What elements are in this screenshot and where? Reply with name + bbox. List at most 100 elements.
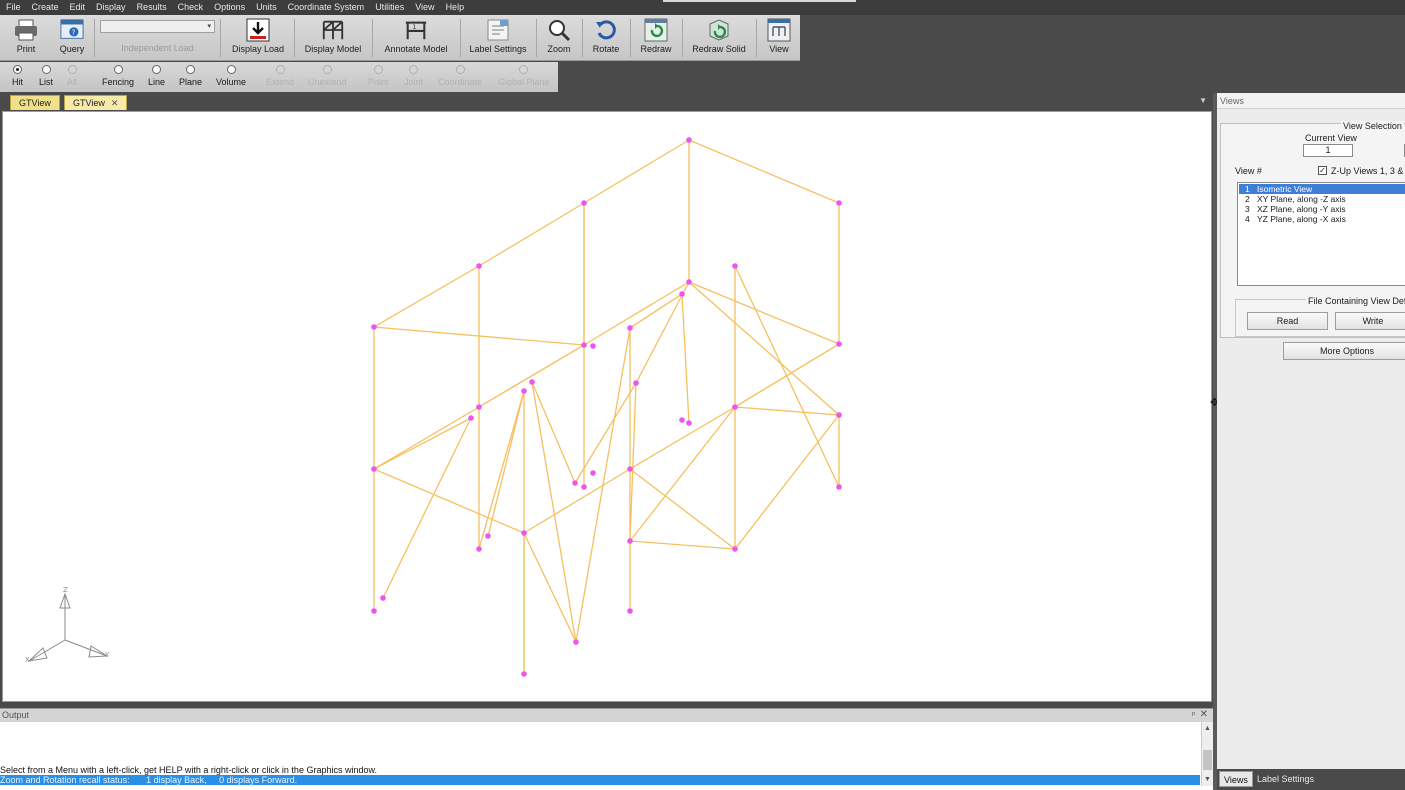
frame-joint[interactable]	[581, 484, 587, 490]
frame-joint[interactable]	[476, 546, 482, 552]
frame-joint[interactable]	[371, 466, 377, 472]
frame-joint[interactable]	[380, 595, 386, 601]
frame-member[interactable]	[583, 281, 690, 346]
tab-views[interactable]: Views	[1219, 771, 1253, 787]
frame-joint[interactable]	[371, 608, 377, 614]
menu-create[interactable]: Create	[26, 0, 64, 15]
radio-unextend[interactable]: Unextend	[308, 65, 347, 88]
frame-member[interactable]	[688, 139, 840, 204]
radio-plane[interactable]: Plane	[179, 65, 202, 88]
frame-member[interactable]	[373, 468, 525, 534]
frame-member[interactable]	[531, 381, 577, 643]
frame-joint[interactable]	[686, 137, 692, 143]
menu-check[interactable]: Check	[172, 0, 209, 15]
frame-joint[interactable]	[679, 291, 685, 297]
frame-joint[interactable]	[627, 325, 633, 331]
frame-joint[interactable]	[485, 533, 491, 539]
menu-file[interactable]: File	[0, 0, 26, 15]
frame-joint[interactable]	[732, 546, 738, 552]
read-button[interactable]: Read	[1247, 312, 1328, 330]
frame-member[interactable]	[382, 417, 472, 599]
frame-joint[interactable]	[476, 263, 482, 269]
frame-member[interactable]	[734, 265, 840, 488]
frame-member[interactable]	[531, 381, 576, 484]
frame-member[interactable]	[373, 265, 480, 328]
frame-joint[interactable]	[627, 608, 633, 614]
frame-joint[interactable]	[476, 404, 482, 410]
radio-extend[interactable]: Extend	[266, 65, 294, 88]
frame-member[interactable]	[681, 293, 690, 424]
menu-results[interactable]: Results	[131, 0, 172, 15]
frame-joint[interactable]	[627, 538, 633, 544]
frame-member[interactable]	[734, 406, 840, 416]
frame-joint[interactable]	[572, 480, 578, 486]
frame-joint[interactable]	[581, 200, 587, 206]
menu-options[interactable]: Options	[208, 0, 250, 15]
frame-member[interactable]	[734, 414, 840, 550]
radio-volume[interactable]: Volume	[216, 65, 246, 88]
annotate-model-button[interactable]: 1 Annotate Model	[378, 17, 454, 61]
frame-joint[interactable]	[679, 417, 685, 423]
frame-member[interactable]	[478, 344, 585, 408]
write-button[interactable]: Write	[1335, 312, 1405, 330]
radio-global-plane[interactable]: Global Plane	[498, 65, 550, 88]
frame-joint[interactable]	[732, 263, 738, 269]
frame-member[interactable]	[629, 540, 736, 550]
frame-joint[interactable]	[686, 279, 692, 285]
radio-hit[interactable]: Hit	[12, 65, 23, 88]
views-list[interactable]: 1 Isometric View 2 XY Plane, along -Z axis…	[1237, 182, 1405, 286]
structure-model-view[interactable]: Z X Y	[3, 112, 1211, 701]
tab-gtview-1[interactable]: GTView	[10, 95, 60, 110]
frame-member[interactable]	[523, 532, 577, 643]
frame-joint[interactable]	[573, 639, 579, 645]
frame-member[interactable]	[487, 390, 525, 537]
radio-coordinate[interactable]: Coordinate	[438, 65, 482, 88]
label-settings-button[interactable]: Label Settings	[466, 17, 530, 61]
menu-view[interactable]: View	[409, 0, 439, 15]
frame-member[interactable]	[629, 382, 637, 542]
frame-joint[interactable]	[529, 379, 535, 385]
tab-gtview-2[interactable]: GTView ✕	[64, 95, 128, 110]
menu-units[interactable]: Units	[250, 0, 282, 15]
frame-member[interactable]	[734, 343, 840, 408]
query-button[interactable]: ? Query	[54, 17, 90, 61]
radio-joint[interactable]: Joint	[404, 65, 423, 88]
current-view-input[interactable]: 1	[1303, 144, 1353, 157]
frame-joint[interactable]	[686, 420, 692, 426]
print-button[interactable]: Print	[8, 17, 44, 61]
list-item[interactable]: 4 YZ Plane, along -X axis	[1239, 214, 1405, 224]
chevron-up-icon[interactable]: ▲	[1204, 725, 1211, 732]
frame-member[interactable]	[478, 390, 525, 550]
view-button[interactable]: View	[762, 17, 796, 61]
frame-member[interactable]	[478, 202, 585, 267]
frame-joint[interactable]	[627, 466, 633, 472]
menu-edit[interactable]: Edit	[64, 0, 91, 15]
radio-all[interactable]: All	[67, 65, 77, 88]
frame-joint[interactable]	[371, 324, 377, 330]
frame-joint[interactable]	[633, 380, 639, 386]
frame-member[interactable]	[629, 468, 736, 550]
scrollbar-thumb[interactable]	[1203, 750, 1212, 770]
frame-member[interactable]	[629, 406, 736, 470]
frame-member[interactable]	[373, 417, 472, 470]
frame-joint[interactable]	[521, 388, 527, 394]
frame-member[interactable]	[688, 281, 840, 345]
frame-member[interactable]	[629, 406, 736, 542]
more-options-button[interactable]: More Options	[1283, 342, 1405, 360]
frame-joint[interactable]	[836, 341, 842, 347]
frame-joint[interactable]	[590, 343, 596, 349]
frame-member[interactable]	[373, 406, 480, 470]
zup-checkbox[interactable]: ✓	[1318, 166, 1327, 175]
frame-joint[interactable]	[732, 404, 738, 410]
redraw-solid-button[interactable]: Redraw Solid	[688, 17, 750, 61]
output-scrollbar[interactable]: ▲ ▼	[1201, 722, 1213, 786]
chevron-down-icon[interactable]: ▼	[1204, 776, 1211, 783]
radio-fencing[interactable]: Fencing	[102, 65, 134, 88]
pin-icon[interactable]: ᵖ	[1192, 710, 1195, 719]
redraw-button[interactable]: Redraw	[636, 17, 676, 61]
rotate-button[interactable]: Rotate	[588, 17, 624, 61]
frame-joint[interactable]	[836, 412, 842, 418]
frame-member[interactable]	[583, 139, 690, 204]
radio-line[interactable]: Line	[148, 65, 165, 88]
frame-member[interactable]	[688, 281, 840, 416]
